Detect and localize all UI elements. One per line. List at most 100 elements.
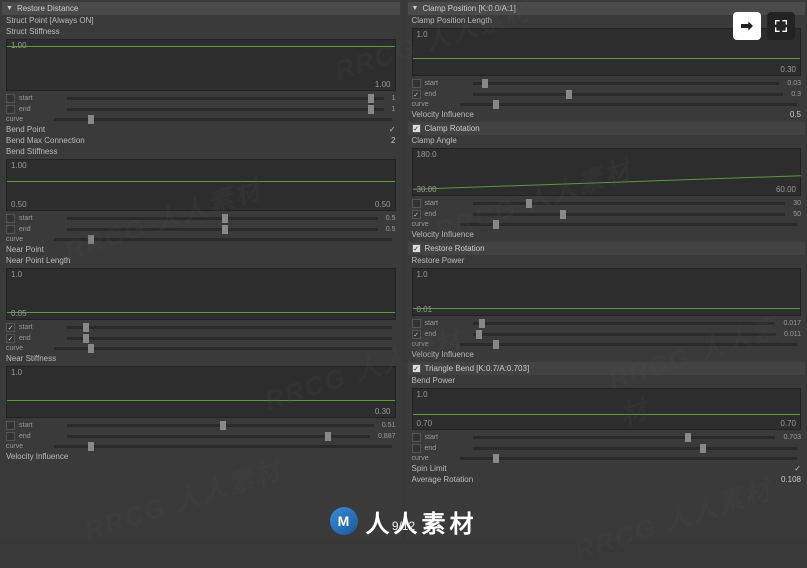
curve-row[interactable]: curve: [408, 454, 806, 463]
near-stiffness-curve[interactable]: 1.0 0.30: [6, 366, 396, 418]
checkbox-icon[interactable]: ✓: [412, 210, 421, 219]
slider[interactable]: [67, 228, 378, 231]
curve-line: [7, 312, 395, 313]
start-row[interactable]: start 0.703: [408, 432, 806, 443]
slider[interactable]: [67, 326, 392, 329]
share-button[interactable]: [733, 12, 761, 40]
slider[interactable]: [54, 445, 392, 448]
clamp-angle-curve[interactable]: 180.0 30.00 60.00: [412, 148, 802, 196]
end-row[interactable]: end 1: [2, 104, 400, 115]
checkbox-icon[interactable]: [412, 433, 421, 442]
checkbox-icon[interactable]: ✓: [412, 364, 421, 373]
curve-line: [7, 181, 395, 182]
checkbox-icon[interactable]: ✓: [6, 334, 15, 343]
avg-rotation-row[interactable]: Average Rotation 0.108: [408, 474, 806, 485]
velocity-influence-row[interactable]: Velocity Influence: [2, 451, 400, 462]
curve-row[interactable]: curve: [2, 235, 400, 244]
slider[interactable]: [54, 347, 392, 350]
slider[interactable]: [54, 118, 392, 121]
clamp-rotation-subsection[interactable]: ✓ Clamp Rotation: [408, 122, 806, 135]
checkbox-icon[interactable]: ✓: [389, 125, 396, 134]
curve-line: [7, 46, 395, 47]
slider[interactable]: [473, 93, 784, 96]
checkbox-icon[interactable]: ✓: [412, 124, 421, 133]
start-row[interactable]: start 1: [2, 93, 400, 104]
slider[interactable]: [67, 108, 384, 111]
checkbox-icon[interactable]: [6, 214, 15, 223]
bend-point-row[interactable]: Bend Point ✓: [2, 124, 400, 135]
restore-distance-header[interactable]: ▼ Restore Distance: [2, 2, 400, 15]
bend-max-row[interactable]: Bend Max Connection 2: [2, 135, 400, 146]
checkbox-icon[interactable]: ✓: [412, 330, 421, 339]
start-row[interactable]: start 0.017: [408, 318, 806, 329]
checkbox-icon[interactable]: [6, 225, 15, 234]
slider[interactable]: [67, 337, 392, 340]
spin-limit-row[interactable]: Spin Limit ✓: [408, 463, 806, 474]
bend-power-label: Bend Power: [408, 375, 806, 386]
bend-stiffness-curve[interactable]: 1.00 0.50 0.50: [6, 159, 396, 211]
checkbox-icon[interactable]: [412, 444, 421, 453]
bend-power-curve[interactable]: 1.0 0.70 0.70: [412, 388, 802, 430]
end-row[interactable]: end: [408, 443, 806, 454]
brand-text: 人人素材: [366, 504, 478, 539]
start-row[interactable]: ✓ start: [2, 322, 400, 333]
slider[interactable]: [67, 97, 384, 100]
end-row[interactable]: ✓ end: [2, 333, 400, 344]
checkbox-icon[interactable]: [412, 199, 421, 208]
end-row[interactable]: end 0.887: [2, 431, 400, 442]
slider[interactable]: [460, 223, 798, 226]
start-row[interactable]: start 0.03: [408, 78, 806, 89]
velocity-influence-row[interactable]: Velocity Influence 0.5: [408, 109, 806, 120]
slider[interactable]: [473, 213, 786, 216]
near-length-label: Near Point Length: [2, 255, 400, 266]
slider[interactable]: [473, 436, 776, 439]
start-row[interactable]: start 0.5: [2, 213, 400, 224]
left-panel: ▼ Restore Distance Struct Point [Always …: [0, 0, 402, 541]
struct-stiffness-curve[interactable]: 1.00 1.00: [6, 39, 396, 91]
checkbox-icon[interactable]: [6, 105, 15, 114]
curve-row[interactable]: curve: [2, 442, 400, 451]
checkbox-icon[interactable]: [6, 94, 15, 103]
end-row[interactable]: end 0.5: [2, 224, 400, 235]
end-row[interactable]: ✓ end 0.3: [408, 89, 806, 100]
checkbox-icon[interactable]: [6, 432, 15, 441]
checkbox-icon[interactable]: ✓: [6, 323, 15, 332]
slider[interactable]: [67, 424, 374, 427]
slider[interactable]: [460, 343, 798, 346]
checkbox-icon[interactable]: ✓: [412, 244, 421, 253]
slider[interactable]: [67, 217, 378, 220]
velocity-influence-row[interactable]: Velocity Influence: [408, 349, 806, 360]
checkbox-icon[interactable]: [6, 421, 15, 430]
near-point-row[interactable]: Near Point: [2, 244, 400, 255]
slider[interactable]: [460, 103, 798, 106]
slider[interactable]: [473, 82, 780, 85]
end-row[interactable]: ✓ end 50: [408, 209, 806, 220]
curve-row[interactable]: curve: [408, 340, 806, 349]
triangle-bend-subsection[interactable]: ✓ Triangle Bend [K:0.7/A:0.703]: [408, 362, 806, 375]
slider[interactable]: [54, 238, 392, 241]
curve-row[interactable]: curve: [408, 100, 806, 109]
slider[interactable]: [460, 457, 798, 460]
curve-row[interactable]: curve: [2, 344, 400, 353]
velocity-influence-row[interactable]: Velocity Influence: [408, 229, 806, 240]
checkbox-icon[interactable]: [412, 79, 421, 88]
fullscreen-button[interactable]: [767, 12, 795, 40]
slider[interactable]: [67, 435, 370, 438]
restore-power-curve[interactable]: 1.0 0.01: [412, 268, 802, 316]
slider[interactable]: [473, 447, 798, 450]
page-indicator: 9/12: [392, 519, 415, 533]
start-row[interactable]: start 30: [408, 198, 806, 209]
checkbox-icon[interactable]: ✓: [412, 90, 421, 99]
restore-rotation-subsection[interactable]: ✓ Restore Rotation: [408, 242, 806, 255]
checkbox-icon[interactable]: ✓: [794, 464, 801, 473]
curve-row[interactable]: curve: [408, 220, 806, 229]
slider[interactable]: [473, 322, 776, 325]
start-row[interactable]: start 0.51: [2, 420, 400, 431]
curve-line: [413, 58, 801, 59]
slider[interactable]: [473, 333, 777, 336]
slider[interactable]: [473, 202, 786, 205]
checkbox-icon[interactable]: [412, 319, 421, 328]
end-row[interactable]: ✓ end 0.011: [408, 329, 806, 340]
near-length-curve[interactable]: 1.0 0.05: [6, 268, 396, 320]
curve-row[interactable]: curve: [2, 115, 400, 124]
